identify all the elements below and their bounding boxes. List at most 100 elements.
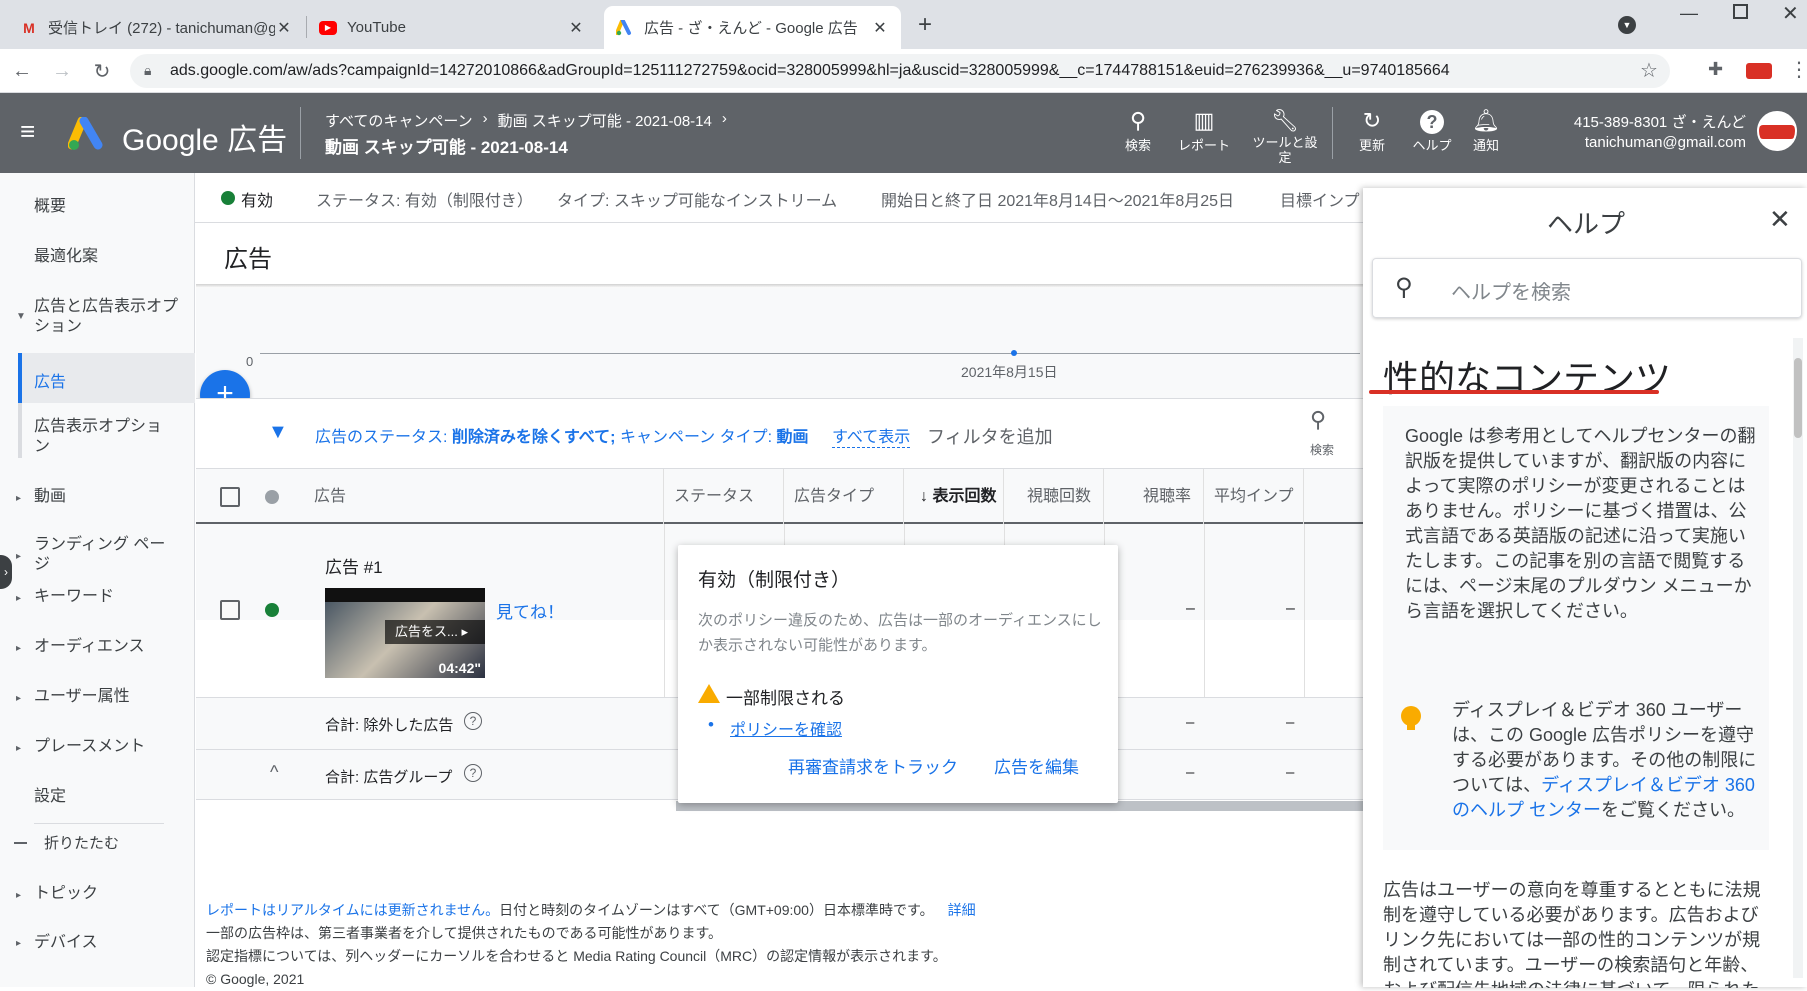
hamburger-menu-icon[interactable]: ≡	[20, 118, 35, 144]
chevron-up-icon[interactable]: ^	[270, 762, 278, 783]
header-report-button[interactable]: ▥ レポート	[1172, 107, 1236, 154]
sidebar-collapse[interactable]: 折りたたむ	[44, 834, 119, 854]
details-link[interactable]: 詳細	[948, 902, 976, 918]
sidebar-item-ads-extensions[interactable]: 広告と広告表示オプション	[34, 297, 184, 337]
tab-google-ads[interactable]: 広告 - ざ・えんど - Google 広告 ✕	[604, 6, 901, 49]
forward-icon[interactable]: →	[48, 57, 76, 85]
col-avg-cpv[interactable]: 平均インプ	[1204, 469, 1304, 524]
warning-text: 一部制限される	[726, 689, 845, 708]
sidebar-item-extensions[interactable]: 広告表示オプション	[34, 417, 174, 457]
cell-dash: –	[1286, 714, 1295, 731]
cell-avg: –	[1286, 600, 1295, 617]
help-icon: ?	[1410, 107, 1454, 135]
sidebar-item-overview[interactable]: 概要	[34, 197, 66, 217]
sidebar-toggle-icon[interactable]: ›	[0, 555, 12, 589]
show-all-link[interactable]: すべて表示	[832, 423, 911, 448]
lock-icon: 🔒︎	[144, 62, 152, 78]
sidebar-item-ads-active[interactable]: 広告	[18, 353, 195, 403]
google-ads-logo[interactable]	[67, 116, 108, 155]
search-icon: ⚲	[1129, 108, 1147, 133]
help-search-input[interactable]: ⚲ ヘルプを検索	[1372, 258, 1802, 318]
col-status[interactable]: ステータス	[664, 469, 784, 524]
help-circle-icon[interactable]: ?	[464, 764, 482, 782]
search-label: 検索	[1310, 443, 1335, 457]
minimize-icon[interactable]: —	[1680, 3, 1698, 24]
ad-headline[interactable]: 見てね！	[496, 598, 564, 623]
policy-link[interactable]: ポリシーを確認	[730, 716, 842, 740]
back-icon[interactable]: ←	[8, 57, 36, 85]
breadcrumb-item[interactable]: すべてのキャンペーン	[325, 110, 473, 131]
close-tab-icon[interactable]: ✕	[567, 18, 585, 38]
col-views[interactable]: 視聴回数	[1004, 469, 1104, 524]
gmail-icon: M	[23, 19, 35, 36]
reload-icon[interactable]: ↻	[88, 57, 116, 85]
maximize-icon[interactable]	[1733, 4, 1748, 19]
row-checkbox[interactable]	[220, 600, 240, 620]
track-appeal-button[interactable]: 再審査請求をトラック	[788, 753, 958, 778]
new-tab-button[interactable]: +	[918, 11, 932, 39]
article-body: 広告はユーザーの意向を尊重するとともに法規制を遵守している必要があります。広告お…	[1383, 880, 1761, 988]
sidebar-item-placements[interactable]: プレースメント	[34, 737, 145, 757]
extensions-icon[interactable]: ✚	[1708, 59, 1723, 80]
sidebar-item-topics[interactable]: トピック	[34, 884, 98, 904]
url-box[interactable]: 🔒︎ ads.google.com/aw/ads?campaignId=1427…	[130, 54, 1670, 88]
header-search-button[interactable]: ⚲ 検索	[1118, 107, 1158, 154]
breadcrumb: すべてのキャンペーン › 動画 スキップ可能 - 2021-08-14 ›	[325, 110, 727, 131]
col-ad-type[interactable]: 広告タイプ	[784, 469, 904, 524]
col-impressions[interactable]: ↓ 表示回数	[904, 469, 1004, 524]
sidebar-item-settings[interactable]: 設定	[34, 787, 66, 807]
realtime-link[interactable]: レポートはリアルタイムには更新されません。	[206, 902, 499, 918]
avatar[interactable]	[1757, 111, 1797, 151]
close-icon[interactable]: ✕	[1769, 204, 1791, 235]
menu-icon[interactable]: ⋮	[1789, 57, 1807, 82]
google-ads-icon	[616, 19, 634, 37]
sidebar-item-keywords[interactable]: キーワード	[34, 587, 114, 607]
chart-point[interactable]	[1011, 350, 1017, 356]
close-tab-icon[interactable]: ✕	[871, 18, 889, 38]
sidebar-item-demographics[interactable]: ユーザー属性	[34, 687, 130, 707]
popup-description: 次のポリシー違反のため、広告は一部のオーディエンスにしか表示されない可能性があり…	[698, 612, 1102, 654]
help-scrollbar[interactable]	[1793, 338, 1803, 978]
tab-gmail[interactable]: M 受信トレイ (272) - tanichuman@gm ✕	[8, 6, 305, 49]
header-refresh-button[interactable]: ↻ 更新	[1352, 107, 1392, 154]
sidebar-item-devices[interactable]: デバイス	[34, 933, 98, 953]
close-tab-icon[interactable]: ✕	[275, 18, 293, 38]
status-type[interactable]: タイプ: スキップ可能なインストリーム	[557, 187, 837, 211]
add-filter-button[interactable]: フィルタを追加	[927, 423, 1053, 449]
status-text[interactable]: ステータス: 有効（制限付き）	[316, 187, 533, 211]
status-dates[interactable]: 開始日と終了日 2021年8月14日～2021年8月25日	[881, 187, 1234, 211]
extension-app-icon[interactable]	[1746, 63, 1772, 79]
ad-name[interactable]: 広告 #1	[325, 553, 383, 578]
sidebar-item-recommendations[interactable]: 最適化案	[34, 247, 98, 267]
account-info[interactable]: 415-389-8301 ざ・えんど tanichuman@gmail.com	[1540, 113, 1746, 153]
col-view-rate[interactable]: 視聴率	[1104, 469, 1204, 524]
header-help-button[interactable]: ? ヘルプ	[1410, 107, 1454, 154]
tab-youtube[interactable]: ▶ YouTube ✕	[307, 6, 597, 49]
brand-name: Google 広告	[122, 124, 288, 157]
chevron-right-icon: ▸	[16, 593, 22, 604]
lightbulb-icon	[1401, 706, 1421, 726]
ad-video-thumbnail[interactable]: 広告をス... ▸ 04:42"	[325, 588, 485, 678]
cell-view-rate: –	[1186, 600, 1195, 617]
sidebar-item-landing-pages[interactable]: ランディング ページ	[34, 535, 179, 575]
edit-ad-button[interactable]: 広告を編集	[994, 753, 1079, 778]
help-circle-icon[interactable]: ?	[464, 712, 482, 730]
status-target[interactable]: 目標インプ	[1280, 187, 1360, 211]
sidebar-divider	[34, 823, 164, 824]
filter-icon[interactable]: ▼	[268, 421, 288, 444]
header-divider	[1332, 107, 1333, 159]
select-all-checkbox[interactable]	[220, 487, 240, 507]
tab-search-icon[interactable]: ▼	[1618, 16, 1636, 34]
close-window-icon[interactable]: ✕	[1782, 1, 1799, 26]
sidebar-item-audiences[interactable]: オーディエンス	[34, 637, 145, 657]
header-tools-button[interactable]: 🔧︎ ツールと設定	[1250, 107, 1320, 165]
sidebar-item-videos[interactable]: 動画	[34, 487, 66, 507]
total-excluded-label: 合計: 除外した広告	[325, 717, 454, 734]
sidebar: 概要 最適化案 ▼ 広告と広告表示オプション 広告 広告表示オプション ▸ 動画…	[0, 173, 195, 987]
col-ad[interactable]: 広告	[304, 469, 664, 524]
breadcrumb-item[interactable]: 動画 スキップ可能 - 2021-08-14	[498, 110, 712, 131]
bookmark-star-icon[interactable]: ☆	[1640, 58, 1658, 83]
header-notify-button[interactable]: 🔔︎ 通知	[1466, 107, 1506, 154]
search-icon[interactable]: ⚲	[1310, 407, 1326, 433]
filter-chips[interactable]: 広告のステータス: 削除済みを除くすべて; キャンペーン タイプ: 動画	[315, 423, 809, 447]
